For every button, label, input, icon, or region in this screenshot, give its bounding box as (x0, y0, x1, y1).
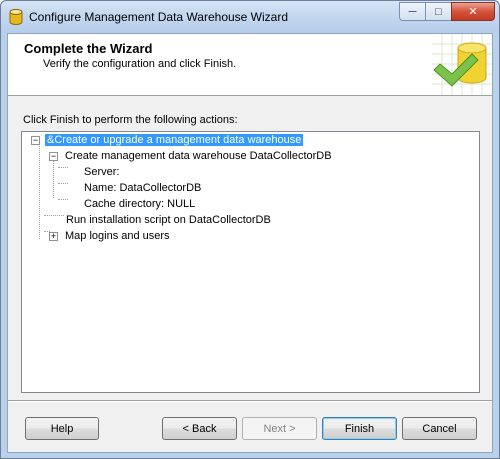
tree-node-label: Cache directory: NULL (84, 198, 196, 210)
tree-node-label: Name: DataCollectorDB (84, 182, 202, 194)
wizard-client-area: Complete the Wizard Verify the configura… (7, 33, 493, 453)
finish-button[interactable]: Finish (322, 417, 397, 440)
maximize-icon: □ (435, 5, 442, 18)
collapse-icon[interactable]: − (31, 136, 40, 145)
help-button[interactable]: Help (25, 417, 99, 440)
minimize-icon: ─ (408, 5, 417, 18)
tree-node-server[interactable]: Server: (84, 165, 119, 180)
instructions-label: Click Finish to perform the following ac… (23, 114, 238, 126)
window-title: Configure Management Data Warehouse Wiza… (29, 10, 289, 24)
back-button[interactable]: < Back (162, 417, 237, 440)
tree-node-map-logins[interactable]: Map logins and users (65, 229, 170, 244)
wizard-banner-icon (432, 34, 492, 95)
collapse-icon[interactable]: − (49, 152, 58, 161)
tree-node-label: Server: (84, 166, 120, 178)
wizard-header: Complete the Wizard Verify the configura… (8, 34, 492, 96)
minimize-button[interactable]: ─ (399, 2, 425, 21)
database-icon (9, 9, 23, 25)
tree-node-name[interactable]: Name: DataCollectorDB (84, 181, 201, 196)
tree-node-label: &Create or upgrade a management data war… (45, 134, 304, 146)
maximize-button[interactable]: □ (425, 2, 451, 21)
tree-node-create-warehouse[interactable]: Create management data warehouse DataCol… (65, 149, 332, 164)
tree-node-run-script[interactable]: Run installation script on DataCollector… (66, 213, 271, 228)
cancel-button[interactable]: Cancel (402, 417, 477, 440)
close-button[interactable]: ✕ (451, 2, 495, 21)
tree-node-label: Create management data warehouse DataCol… (65, 150, 332, 162)
title-bar[interactable]: Configure Management Data Warehouse Wiza… (1, 1, 499, 33)
tree-node-label: Run installation script on DataCollector… (66, 214, 271, 226)
expand-icon[interactable]: + (49, 232, 58, 241)
actions-tree[interactable]: − &Create or upgrade a management data w… (21, 131, 480, 393)
button-separator (8, 400, 492, 402)
page-title: Complete the Wizard (24, 41, 153, 56)
tree-node-label: Map logins and users (65, 230, 170, 242)
tree-node-create-or-upgrade[interactable]: &Create or upgrade a management data war… (45, 133, 304, 148)
page-subtitle: Verify the configuration and click Finis… (43, 58, 237, 70)
next-button[interactable]: Next > (242, 417, 317, 440)
close-icon: ✕ (468, 6, 478, 18)
wizard-window: Configure Management Data Warehouse Wiza… (0, 0, 500, 459)
tree-node-cache-directory[interactable]: Cache directory: NULL (84, 197, 195, 212)
